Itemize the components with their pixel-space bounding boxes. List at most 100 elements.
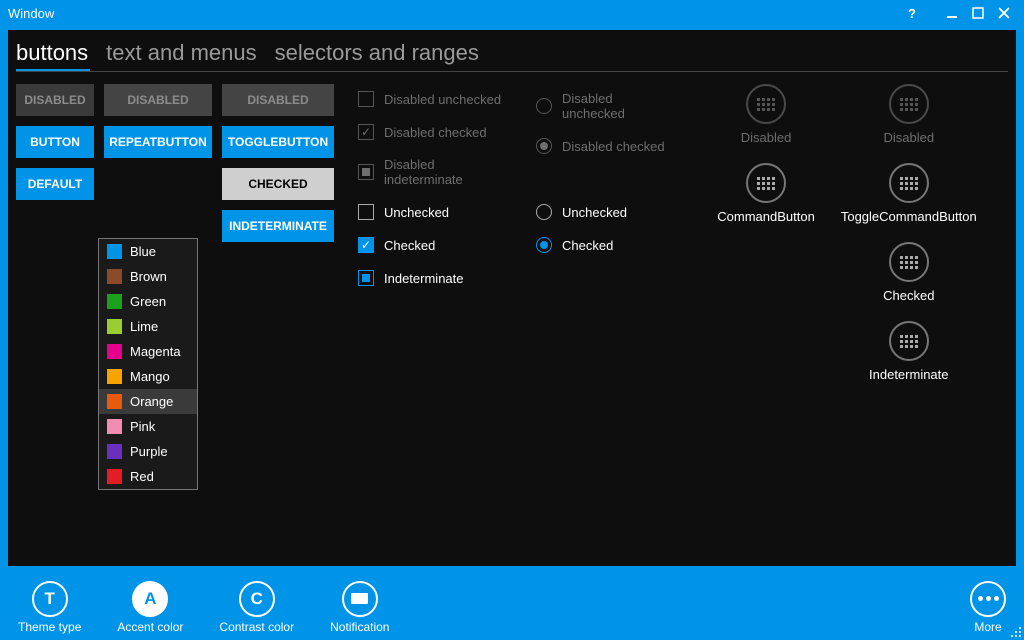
repeat-button[interactable]: REPEATBUTTON (104, 126, 212, 158)
resize-grip-icon[interactable] (1008, 624, 1022, 638)
appbar-notification[interactable]: Notification (330, 581, 389, 634)
color-swatch (107, 319, 122, 334)
color-swatch (107, 394, 122, 409)
checkbox-unchecked[interactable]: Unchecked (358, 204, 516, 220)
button-col-2: DISABLED REPEATBUTTON (104, 84, 212, 158)
button-col-1: DISABLED BUTTON DEFAULT (16, 84, 94, 200)
accent-color-popup[interactable]: Blue Brown Green Lime Magenta Mango Orange Pink… (98, 238, 198, 490)
color-option[interactable]: Magenta (99, 339, 197, 364)
color-name: Purple (130, 444, 168, 459)
checkbox-label: Indeterminate (384, 271, 464, 286)
checkbox-disabled-checked: ✓Disabled checked (358, 124, 516, 140)
appbar-theme-type[interactable]: T Theme type (18, 581, 81, 634)
command-button[interactable]: CommandButton (717, 163, 815, 224)
default-button[interactable]: DEFAULT (16, 168, 94, 200)
color-name: Mango (130, 369, 170, 384)
window-title: Window (8, 6, 898, 21)
radio-label: Disabled unchecked (562, 91, 676, 121)
color-option[interactable]: Orange (99, 389, 197, 414)
color-name: Orange (130, 394, 173, 409)
tabs-underline (16, 71, 1008, 72)
radio-unchecked[interactable]: Unchecked (536, 204, 676, 220)
color-option[interactable]: Red (99, 464, 197, 489)
checkbox-label: Checked (384, 238, 435, 253)
checkbox-disabled-unchecked: Disabled unchecked (358, 91, 516, 107)
tab-text-and-menus[interactable]: text and menus (106, 40, 256, 72)
more-icon (978, 596, 999, 601)
appbar-label: Accent color (117, 620, 183, 634)
color-option[interactable]: Brown (99, 264, 197, 289)
color-swatch (107, 294, 122, 309)
checkbox-checked[interactable]: ✓Checked (358, 237, 516, 253)
minimize-button[interactable] (940, 3, 964, 23)
color-swatch (107, 269, 122, 284)
command-label: CommandButton (717, 209, 815, 224)
color-name: Green (130, 294, 166, 309)
button-button[interactable]: BUTTON (16, 126, 94, 158)
command-label: ToggleCommandButton (841, 209, 977, 224)
checked-toggle-button[interactable]: CHECKED (222, 168, 334, 200)
indeterminate-toggle-button[interactable]: INDETERMINATE (222, 210, 334, 242)
grid-icon (889, 84, 929, 124)
radio-label: Checked (562, 238, 613, 253)
grid-icon (889, 242, 929, 282)
radio-col: Disabled unchecked Disabled checked Unch… (526, 84, 676, 253)
color-name: Red (130, 469, 154, 484)
grid-icon (746, 163, 786, 203)
checkbox-label: Unchecked (384, 205, 449, 220)
color-option[interactable]: Purple (99, 439, 197, 464)
toggle-button[interactable]: TOGGLEBUTTON (222, 126, 334, 158)
appbar-accent-color[interactable]: A Accent color (117, 581, 183, 634)
command-label: Disabled (883, 130, 934, 145)
color-swatch (107, 444, 122, 459)
grid-icon (746, 84, 786, 124)
appbar-more[interactable]: More (970, 581, 1006, 634)
title-bar: Window ? (0, 0, 1024, 26)
color-swatch (107, 419, 122, 434)
color-option[interactable]: Mango (99, 364, 197, 389)
help-button[interactable]: ? (900, 3, 924, 23)
color-swatch (107, 369, 122, 384)
content-area: buttons text and menus selectors and ran… (8, 30, 1016, 566)
color-option[interactable]: Lime (99, 314, 197, 339)
color-swatch (107, 469, 122, 484)
command-disabled-1: Disabled (741, 84, 792, 145)
checkbox-disabled-indeterminate: Disabled indeterminate (358, 157, 516, 187)
toggle-command-indeterminate[interactable]: Indeterminate (869, 321, 949, 382)
color-name: Blue (130, 244, 156, 259)
radio-disabled-unchecked: Disabled unchecked (536, 91, 676, 121)
tab-buttons[interactable]: buttons (16, 40, 88, 72)
command-group-2: Disabled ToggleCommandButton Checked Ind… (841, 84, 977, 382)
checkbox-indeterminate[interactable]: Indeterminate (358, 270, 516, 286)
command-label: Indeterminate (869, 367, 949, 382)
color-swatch (107, 244, 122, 259)
color-option[interactable]: Blue (99, 239, 197, 264)
color-name: Pink (130, 419, 155, 434)
appbar-label: Theme type (18, 620, 81, 634)
color-name: Magenta (130, 344, 181, 359)
command-label: Checked (883, 288, 934, 303)
appbar-label: Notification (330, 620, 389, 634)
appbar-contrast-color[interactable]: C Contrast color (219, 581, 294, 634)
color-option[interactable]: Green (99, 289, 197, 314)
color-name: Brown (130, 269, 167, 284)
color-option[interactable]: Pink (99, 414, 197, 439)
tab-selectors-and-ranges[interactable]: selectors and ranges (275, 40, 479, 72)
radio-label: Disabled checked (562, 139, 665, 154)
maximize-button[interactable] (966, 3, 990, 23)
notification-icon (351, 593, 368, 604)
appbar-label: Contrast color (219, 620, 294, 634)
app-bar: T Theme type A Accent color C Contrast c… (0, 574, 1024, 640)
toggle-command-button[interactable]: ToggleCommandButton (841, 163, 977, 224)
command-group-1: Disabled CommandButton (717, 84, 815, 382)
checkbox-label: Disabled unchecked (384, 92, 501, 107)
close-button[interactable] (992, 3, 1016, 23)
radio-checked[interactable]: Checked (536, 237, 676, 253)
command-col: Disabled CommandButton Disabled ToggleCo… (686, 84, 1008, 382)
checkbox-label: Disabled checked (384, 125, 487, 140)
color-swatch (107, 344, 122, 359)
toggle-command-checked[interactable]: Checked (883, 242, 934, 303)
button-col-3: DISABLED TOGGLEBUTTON CHECKED INDETERMIN… (222, 84, 334, 242)
command-disabled-2: Disabled (883, 84, 934, 145)
grid-icon (889, 163, 929, 203)
